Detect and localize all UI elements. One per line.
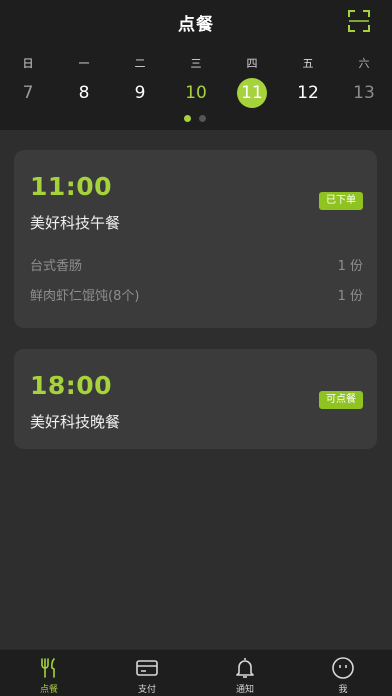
item-name: 台式香肠 [30, 259, 83, 274]
date-number: 12 [297, 83, 319, 103]
bell-icon [236, 658, 254, 678]
tab-label: 支付 [137, 685, 156, 695]
item-quantity: 1 份 [337, 289, 363, 304]
meal-card-lunch[interactable]: 11:00 美好科技午餐 已下单 台式香肠 1 份 鲜肉虾仁馄饨(8个) 1 份 [14, 150, 377, 328]
meal-name: 美好科技午餐 [30, 214, 121, 232]
tab-me[interactable]: 我 [294, 650, 392, 696]
day-wed[interactable]: 三 10 [171, 56, 221, 112]
day-sun[interactable]: 日 7 [3, 56, 53, 112]
weekday-label: 六 [358, 57, 370, 70]
date-number: 9 [134, 83, 146, 103]
date-number: 10 [185, 83, 207, 103]
date-number: 11 [237, 78, 267, 108]
meal-time: 18:00 [30, 371, 113, 400]
tab-label: 通知 [235, 685, 254, 695]
item-name: 鲜肉虾仁馄饨(8个) [30, 289, 140, 304]
meal-name: 美好科技晚餐 [30, 413, 121, 431]
scan-icon[interactable] [346, 8, 372, 34]
date-number: 13 [353, 83, 375, 103]
order-item: 台式香肠 1 份 [30, 255, 363, 275]
fork-knife-icon [41, 658, 55, 678]
bottom-tab-bar: 点餐 支付 通知 我 [0, 649, 392, 696]
order-item: 鲜肉虾仁馄饨(8个) 1 份 [30, 285, 363, 305]
tab-order[interactable]: 点餐 [0, 650, 98, 696]
weekday-label: 三 [190, 57, 202, 70]
page-title: 点餐 [178, 15, 214, 35]
date-number: 7 [22, 83, 34, 103]
face-icon [332, 657, 354, 679]
day-thu[interactable]: 四 11 [227, 56, 277, 112]
weekday-label: 二 [134, 57, 146, 70]
day-tue[interactable]: 二 9 [115, 56, 165, 112]
day-mon[interactable]: 一 8 [59, 56, 109, 112]
weekday-label: 日 [22, 57, 34, 70]
day-fri[interactable]: 五 12 [283, 56, 333, 112]
tab-label: 点餐 [39, 685, 58, 695]
item-quantity: 1 份 [337, 259, 363, 274]
card-icon [136, 660, 158, 676]
date-number: 8 [78, 83, 90, 103]
week-date-selector: 日 7 一 8 二 9 三 10 四 11 五 12 六 13 [0, 56, 392, 112]
tab-notifications[interactable]: 通知 [196, 650, 294, 696]
meal-time: 11:00 [30, 172, 113, 201]
day-sat[interactable]: 六 13 [339, 56, 389, 112]
tab-pay[interactable]: 支付 [98, 650, 196, 696]
page-dot-active[interactable] [184, 115, 191, 122]
page-indicator [182, 115, 212, 123]
weekday-label: 一 [78, 57, 90, 70]
status-badge[interactable]: 可点餐 [319, 391, 363, 409]
weekday-label: 五 [302, 57, 314, 70]
tab-label: 我 [338, 685, 348, 695]
top-header: 点餐 日 7 一 8 二 9 三 10 四 11 五 12 六 13 [0, 0, 392, 130]
page-dot[interactable] [199, 115, 206, 122]
status-badge: 已下单 [319, 192, 363, 210]
weekday-label: 四 [246, 57, 258, 70]
meal-card-dinner[interactable]: 18:00 美好科技晚餐 可点餐 [14, 349, 377, 449]
